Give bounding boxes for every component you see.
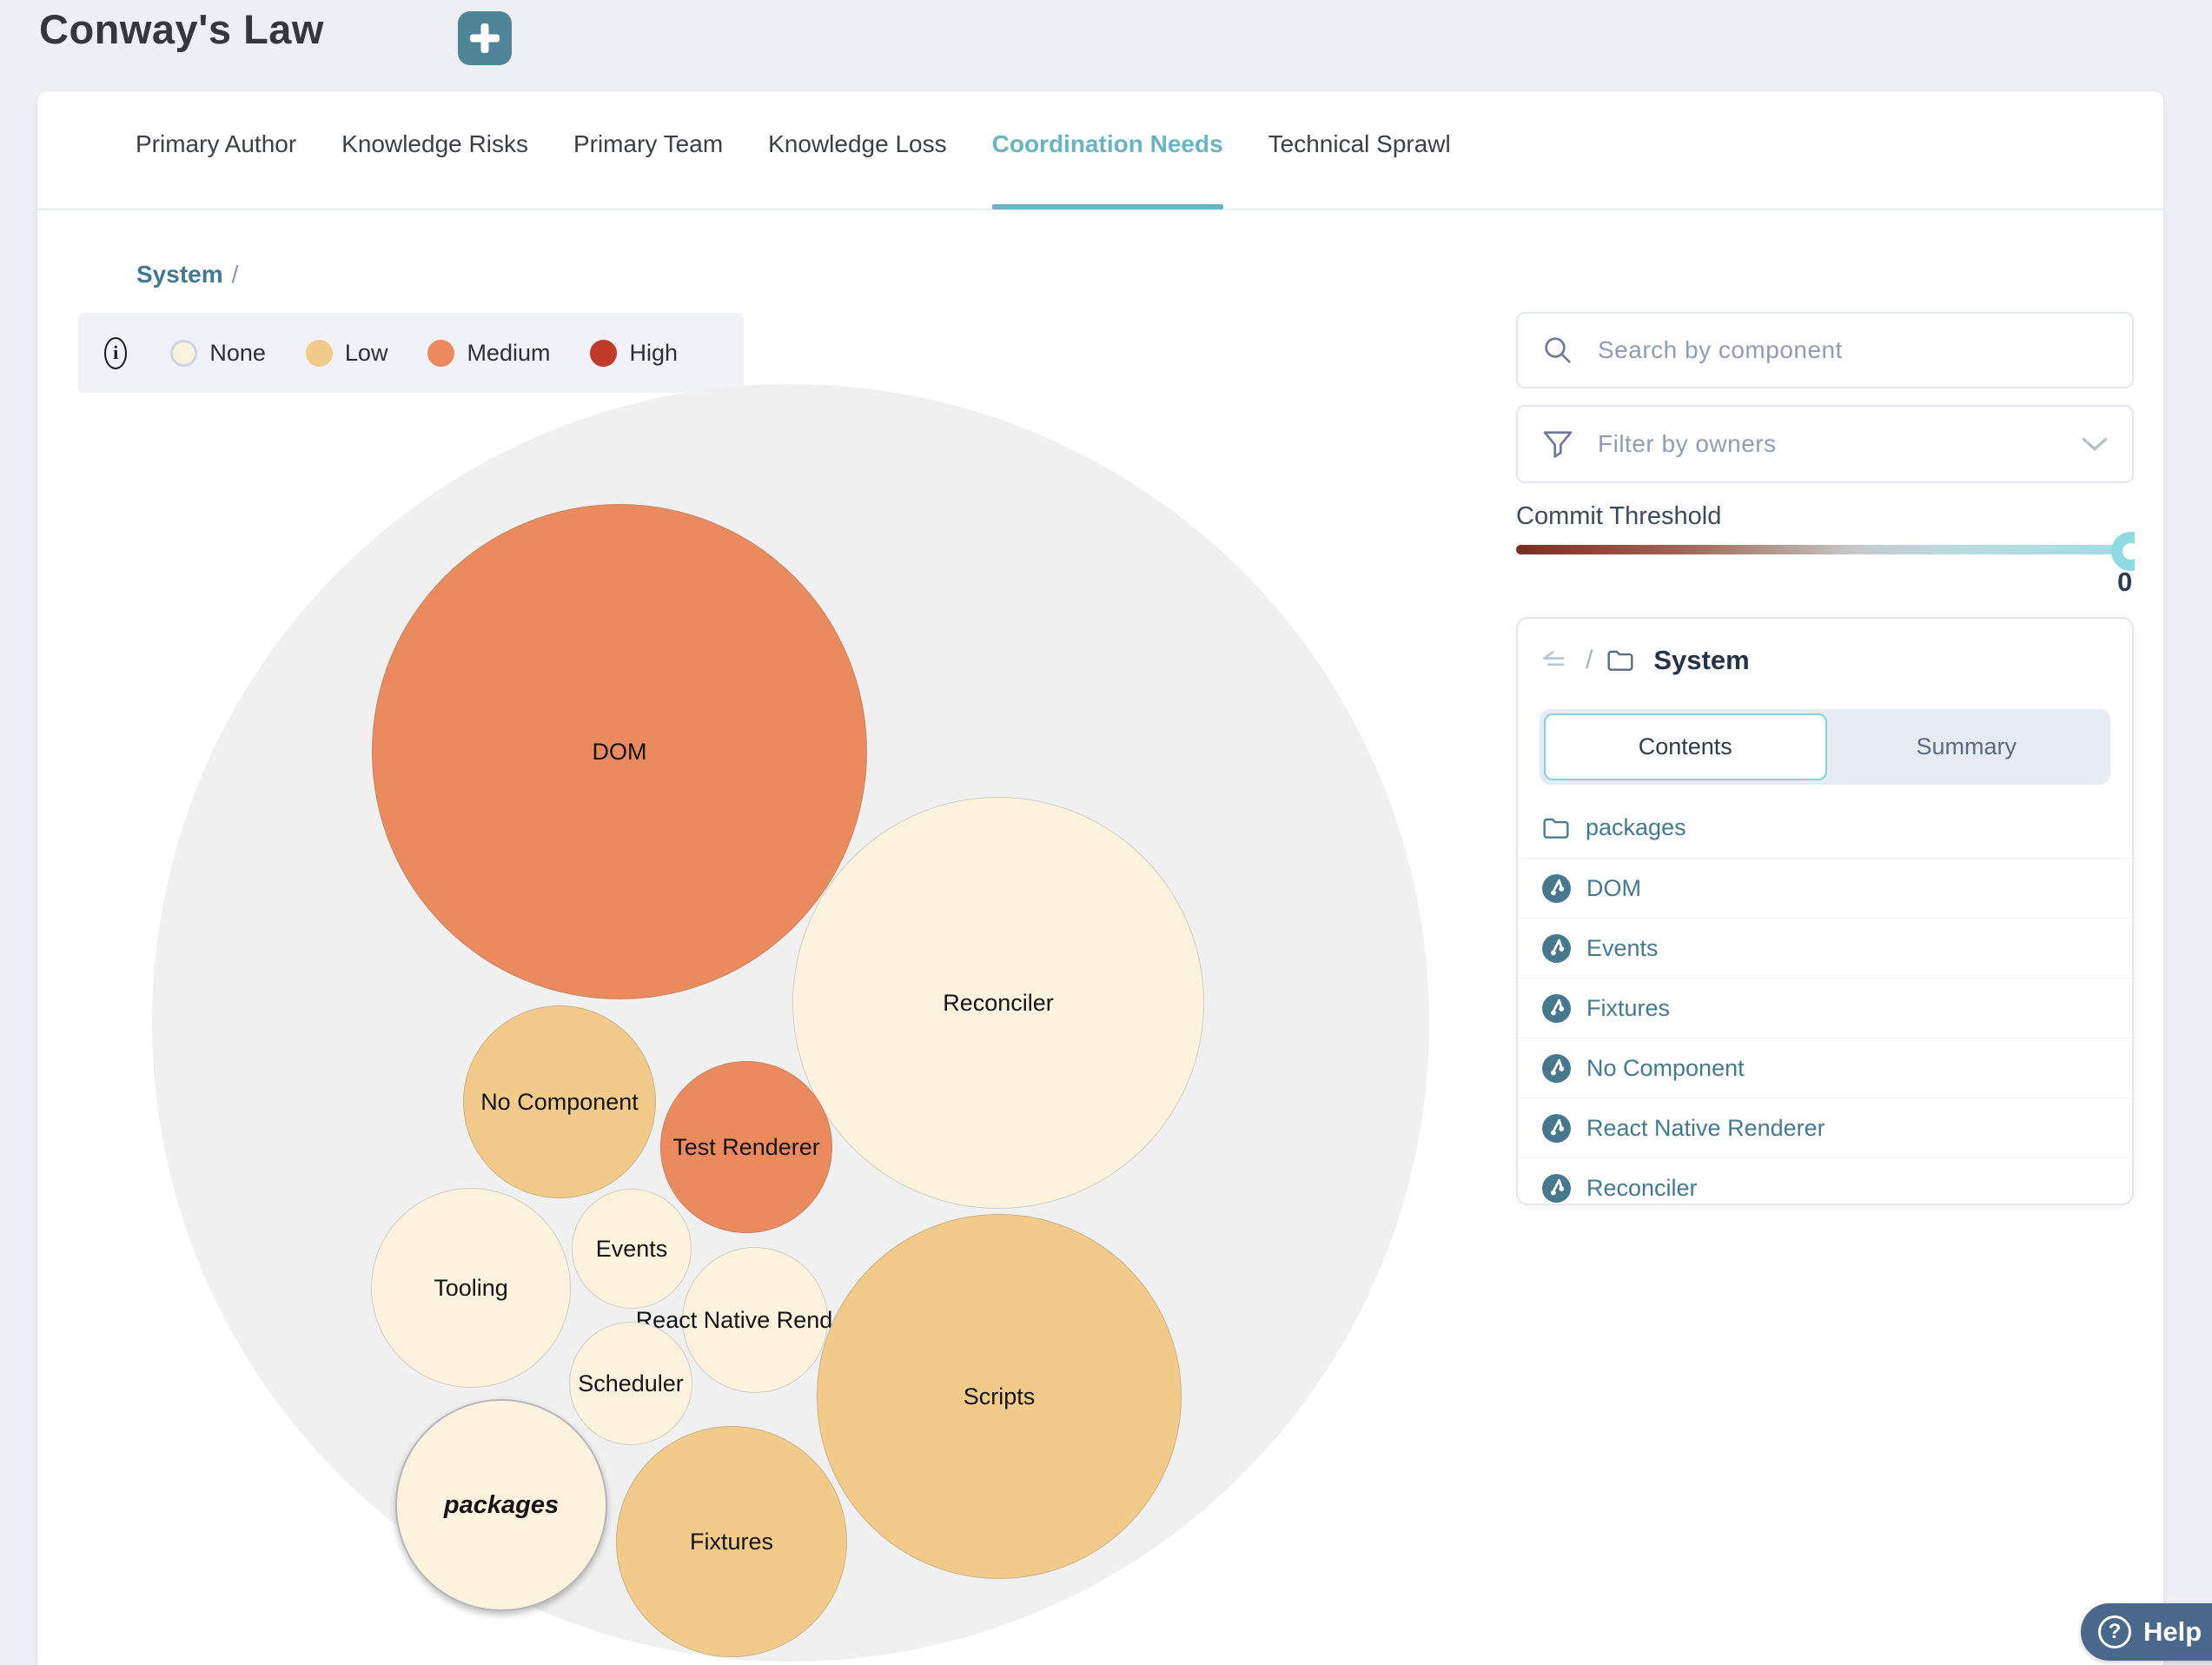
bubble-test-renderer[interactable]: Test Renderer xyxy=(660,1061,832,1233)
filter-by-owners-dropdown[interactable]: Filter by owners xyxy=(1516,405,2134,483)
list-item-label: packages xyxy=(1586,814,1686,841)
bubble-label: No Component xyxy=(480,1089,639,1116)
help-label: Help xyxy=(2143,1616,2202,1648)
list-item-label: Events xyxy=(1586,935,1659,962)
list-item-packages[interactable]: packages xyxy=(1518,798,2132,858)
circle-pack-chart: DOM Reconciler No Component Test Renderer Ev… xyxy=(0,0,1477,1665)
list-item-label: Reconciler xyxy=(1586,1175,1698,1202)
bubble-label: Scheduler xyxy=(578,1370,684,1397)
bubble-fixtures[interactable]: Fixtures xyxy=(616,1426,847,1657)
list-item-dom[interactable]: DOM xyxy=(1518,858,2132,918)
search-box[interactable]: Search by component xyxy=(1516,312,2134,388)
list-item-label: React Native Renderer xyxy=(1586,1115,1825,1142)
list-item-react-native-renderer[interactable]: React Native Renderer xyxy=(1518,1098,2132,1158)
panel-header: / System xyxy=(1542,645,1750,676)
bubble-dom[interactable]: DOM xyxy=(372,504,867,999)
panel-breadcrumb-separator: / xyxy=(1586,646,1593,675)
bubble-react-native-renderer[interactable]: React Native Renderer xyxy=(682,1247,828,1393)
question-mark-icon: ? xyxy=(2098,1615,2131,1648)
filter-label: Filter by owners xyxy=(1598,430,1777,458)
slider-handle[interactable] xyxy=(2111,532,2135,571)
bubble-reconciler[interactable]: Reconciler xyxy=(792,797,1204,1209)
bubble-label: Fixtures xyxy=(690,1529,773,1556)
slider-track[interactable] xyxy=(1516,545,2135,554)
bubble-scripts[interactable]: Scripts xyxy=(817,1214,1182,1579)
filter-icon xyxy=(1540,427,1575,461)
bubble-no-component[interactable]: No Component xyxy=(463,1005,656,1198)
bubble-label: Reconciler xyxy=(943,990,1054,1017)
bubble-label: Events xyxy=(596,1236,668,1263)
help-button[interactable]: ? Help xyxy=(2081,1603,2212,1661)
bubble-label: Tooling xyxy=(434,1275,508,1302)
tab-summary[interactable]: Summary xyxy=(1827,713,2107,780)
contents-list: packages DOM Events Fixtures xyxy=(1518,798,2132,1217)
bubble-label: Scripts xyxy=(964,1383,1036,1410)
folder-icon xyxy=(1606,648,1634,673)
panel-title: System xyxy=(1653,645,1749,676)
bubble-packages[interactable]: packages xyxy=(395,1399,607,1611)
app-screen: Conway's Law Primary AuthorKnowledge Ris… xyxy=(0,0,2212,1665)
tab-contents[interactable]: Contents xyxy=(1544,713,1827,780)
bubble-label: packages xyxy=(444,1491,559,1520)
chevron-down-icon xyxy=(2080,434,2109,454)
component-icon xyxy=(1542,934,1571,963)
list-item-fixtures[interactable]: Fixtures xyxy=(1518,978,2132,1038)
list-item-reconciler[interactable]: Reconciler xyxy=(1518,1158,2132,1217)
search-input[interactable]: Search by component xyxy=(1598,336,1843,364)
list-item-no-component[interactable]: No Component xyxy=(1518,1038,2132,1098)
slider-value-wrap: 0 xyxy=(1516,567,2135,605)
list-item-events[interactable]: Events xyxy=(1518,918,2132,978)
bubble-label: Test Renderer xyxy=(672,1134,820,1161)
panel-tab-switch: Contents Summary xyxy=(1540,709,2110,785)
list-item-label: No Component xyxy=(1586,1055,1745,1082)
bubble-label: DOM xyxy=(593,739,647,766)
folder-icon xyxy=(1542,816,1570,840)
component-icon xyxy=(1542,1174,1571,1203)
back-arrow-icon[interactable] xyxy=(1542,650,1572,671)
list-item-label: Fixtures xyxy=(1586,995,1670,1022)
commit-threshold-label: Commit Threshold xyxy=(1516,502,1721,531)
component-icon xyxy=(1542,1054,1571,1083)
component-icon xyxy=(1542,994,1571,1023)
component-icon xyxy=(1542,1114,1571,1143)
system-panel: / System Contents Summary packages DOM xyxy=(1516,617,2134,1205)
list-item-label: DOM xyxy=(1586,875,1641,902)
bubble-scheduler[interactable]: Scheduler xyxy=(569,1322,692,1445)
bubble-events[interactable]: Events xyxy=(572,1189,692,1309)
slider-value: 0 xyxy=(2117,567,2132,598)
bubble-tooling[interactable]: Tooling xyxy=(371,1188,571,1388)
component-icon xyxy=(1542,874,1571,903)
search-icon xyxy=(1540,333,1575,368)
